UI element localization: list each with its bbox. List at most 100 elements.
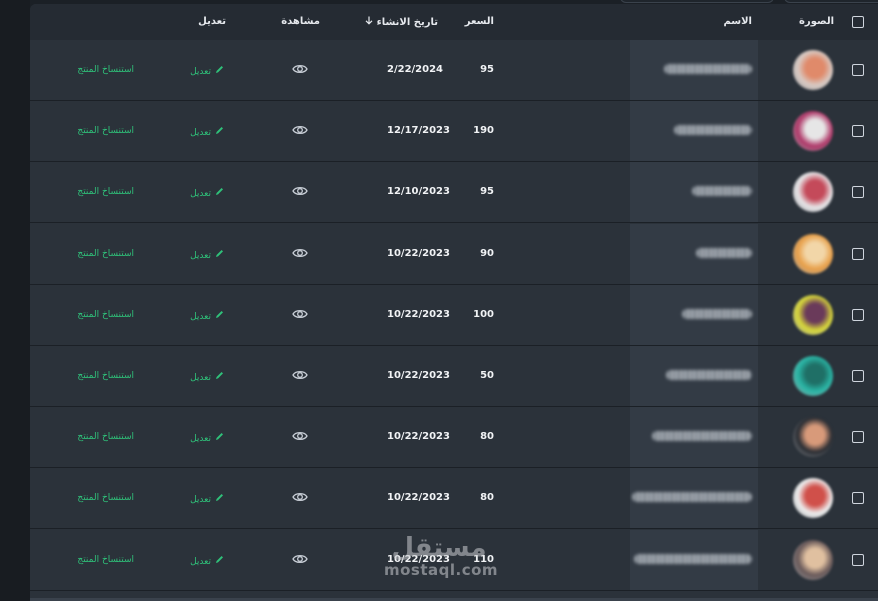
product-name-redacted	[674, 125, 752, 136]
pencil-icon	[216, 494, 223, 502]
clone-product-link[interactable]: استنساخ المنتج	[77, 371, 134, 381]
pencil-icon	[216, 188, 223, 196]
edit-link[interactable]: تعديل	[190, 310, 224, 322]
pencil-icon	[216, 310, 223, 318]
table-row: 95 12/10/2023 تعديل استنساخ المنتج	[30, 162, 878, 224]
row-checkbox[interactable]	[852, 64, 864, 76]
row-checkbox[interactable]	[852, 370, 864, 382]
product-created-date: 10/22/2023	[387, 492, 450, 504]
product-thumbnail[interactable]	[793, 111, 833, 152]
product-price: 50	[480, 370, 494, 381]
product-name-cell	[630, 40, 758, 100]
row-checkbox[interactable]	[852, 431, 864, 444]
product-thumbnail[interactable]	[793, 478, 833, 519]
header-view: مشاهدة	[281, 16, 320, 27]
header-name[interactable]: الاسم	[723, 16, 752, 27]
product-thumbnail[interactable]	[793, 417, 833, 458]
edit-label: تعديل	[190, 495, 211, 506]
edit-label: تعديل	[190, 67, 211, 77]
header-edit: تعديل	[198, 16, 226, 27]
row-checkbox[interactable]	[852, 308, 864, 321]
table-row: 90 10/22/2023 تعديل استنساخ المنتج	[30, 223, 878, 285]
edit-label: تعديل	[190, 373, 211, 383]
product-created-date: 12/10/2023	[387, 186, 450, 198]
row-checkbox[interactable]	[852, 553, 864, 566]
product-thumbnail[interactable]	[793, 50, 833, 90]
eye-icon[interactable]	[292, 63, 308, 75]
product-name-cell	[630, 284, 758, 345]
product-created-date: 12/17/2023	[387, 125, 450, 137]
edit-link[interactable]: تعديل	[190, 187, 224, 199]
product-thumbnail[interactable]	[793, 294, 833, 335]
product-created-date: 2/22/2024	[387, 64, 444, 75]
product-created-date: 10/22/2023	[387, 431, 450, 443]
table-row: 190 12/17/2023 تعديل استنساخ المنتج	[30, 101, 878, 163]
product-created-date: 10/22/2023	[387, 247, 450, 259]
product-name-redacted	[652, 431, 752, 442]
edit-link[interactable]: تعديل	[190, 126, 224, 138]
table-row: 50 10/22/2023 تعديل استنساخ المنتج	[30, 346, 878, 407]
row-checkbox[interactable]	[852, 125, 864, 138]
product-name-cell	[630, 223, 758, 284]
product-name-cell	[630, 468, 758, 529]
product-name-cell	[630, 346, 758, 406]
edit-link[interactable]: تعديل	[190, 65, 224, 77]
product-price: 100	[473, 308, 494, 320]
edit-label: تعديل	[190, 189, 211, 200]
edit-link[interactable]: تعديل	[190, 493, 224, 505]
eye-icon[interactable]	[292, 185, 308, 197]
select-all-checkbox[interactable]	[852, 16, 864, 28]
clone-product-link[interactable]: استنساخ المنتج	[77, 432, 134, 442]
eye-icon[interactable]	[292, 430, 308, 442]
product-thumbnail[interactable]	[793, 233, 833, 274]
eye-icon[interactable]	[292, 247, 308, 259]
product-price: 90	[480, 247, 494, 259]
products-table: الصورة الاسم السعر تاريخ الانشاء مشاهدة …	[30, 4, 878, 601]
eye-icon[interactable]	[292, 369, 308, 381]
eye-icon[interactable]	[292, 491, 308, 503]
edit-link[interactable]: تعديل	[190, 432, 224, 444]
watermark-latin: mostaql.com	[384, 561, 499, 579]
pencil-icon	[216, 249, 223, 257]
header-created-label: تاريخ الانشاء	[376, 17, 438, 28]
product-name-redacted	[666, 370, 752, 380]
product-name-redacted	[634, 553, 752, 564]
product-thumbnail[interactable]	[793, 356, 833, 396]
clone-product-link[interactable]: استنساخ المنتج	[77, 249, 134, 259]
clone-product-link[interactable]: استنساخ المنتج	[77, 555, 134, 565]
clone-product-link[interactable]: استنساخ المنتج	[77, 126, 134, 136]
edit-link[interactable]: تعديل	[190, 249, 224, 261]
header-price[interactable]: السعر	[465, 16, 494, 27]
toolbar-tab-right[interactable]	[784, 0, 878, 3]
clone-product-link[interactable]: استنساخ المنتج	[77, 310, 134, 320]
product-name-cell	[630, 529, 758, 590]
edit-label: تعديل	[190, 556, 211, 567]
product-name-cell	[630, 162, 758, 223]
row-checkbox[interactable]	[852, 492, 864, 505]
table-row: 80 10/22/2023 تعديل استنساخ المنتج	[30, 407, 878, 469]
product-thumbnail[interactable]	[793, 172, 833, 213]
edit-label: تعديل	[190, 311, 211, 322]
table-row: 80 10/22/2023 تعديل استنساخ المنتج	[30, 468, 878, 530]
product-name-cell	[630, 407, 758, 468]
clone-product-link[interactable]: استنساخ المنتج	[77, 493, 134, 503]
eye-icon[interactable]	[292, 308, 308, 320]
product-name-redacted	[696, 247, 752, 258]
edit-label: تعديل	[190, 128, 211, 139]
eye-icon[interactable]	[292, 124, 308, 136]
clone-product-link[interactable]: استنساخ المنتج	[77, 65, 134, 75]
header-created[interactable]: تاريخ الانشاء	[361, 16, 438, 28]
product-created-date: 10/22/2023	[387, 370, 450, 381]
clone-product-link[interactable]: استنساخ المنتج	[77, 187, 134, 197]
edit-link[interactable]: تعديل	[190, 555, 224, 567]
watermark: مستقل mostaql.com	[384, 534, 499, 579]
product-thumbnail[interactable]	[793, 539, 833, 580]
product-name-redacted	[632, 492, 752, 503]
toolbar-tab-left[interactable]	[620, 0, 774, 3]
arrow-down-icon	[365, 16, 373, 25]
row-checkbox[interactable]	[852, 247, 864, 260]
eye-icon[interactable]	[292, 553, 308, 565]
edit-link[interactable]: تعديل	[190, 371, 224, 383]
left-margin	[0, 0, 30, 601]
row-checkbox[interactable]	[852, 186, 864, 199]
